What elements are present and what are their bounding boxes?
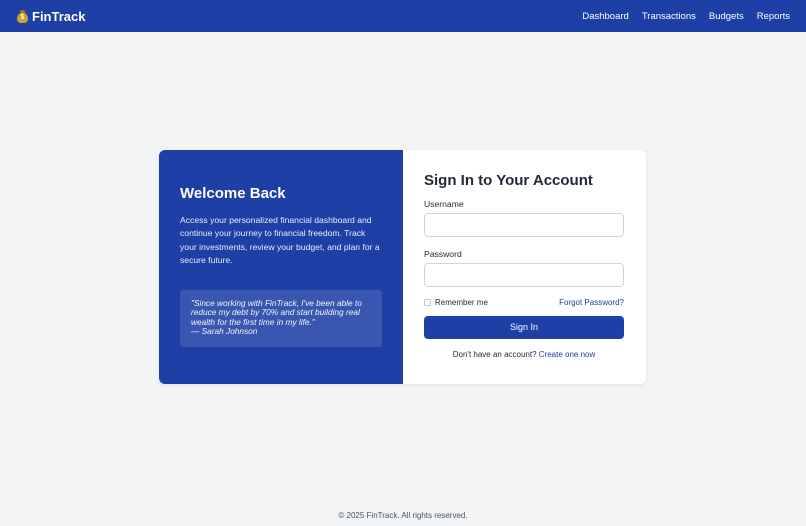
forgot-password-link[interactable]: Forgot Password? (559, 298, 624, 307)
nav-link-budgets[interactable]: Budgets (709, 11, 744, 22)
signup-prompt-text: Don't have an account? (452, 350, 537, 359)
nav-link-reports[interactable]: Reports (757, 11, 790, 22)
signin-form: Sign In to Your Account Username Passwor… (403, 150, 646, 384)
remember-me[interactable]: Remember me (424, 298, 488, 307)
top-navbar: $ FinTrack Dashboard Transactions Budget… (0, 0, 806, 32)
welcome-text: Access your personalized financial dashb… (180, 215, 380, 266)
welcome-panel: Welcome Back Access your personalized fi… (159, 150, 403, 384)
testimonial-quote: "Since working with FinTrack, I've been … (180, 289, 382, 347)
username-input[interactable] (424, 213, 624, 237)
page-footer: © 2025 FinTrack. All rights reserved. (0, 511, 806, 520)
nav-link-dashboard[interactable]: Dashboard (582, 11, 628, 22)
username-label: Username (424, 199, 464, 209)
money-bag-icon: $ (17, 9, 28, 23)
form-options-row: Remember me Forgot Password? (424, 298, 624, 307)
nav-link-transactions[interactable]: Transactions (642, 11, 696, 22)
sign-in-button[interactable]: Sign In (424, 316, 624, 339)
main-nav: Dashboard Transactions Budgets Reports (582, 11, 790, 22)
brand-name: FinTrack (32, 8, 86, 24)
create-account-link[interactable]: Create one now (539, 350, 595, 359)
signup-prompt: Don't have an account? Create one now (424, 350, 624, 359)
remember-me-checkbox[interactable] (424, 299, 431, 306)
quote-text: "Since working with FinTrack, I've been … (191, 297, 362, 327)
password-input[interactable] (424, 263, 624, 287)
footer-text: © 2025 FinTrack. All rights reserved. (338, 511, 468, 520)
password-label: Password (424, 249, 462, 259)
login-card: Welcome Back Access your personalized fi… (159, 150, 646, 384)
remember-me-label: Remember me (435, 298, 488, 307)
brand-logo[interactable]: $ FinTrack (17, 9, 85, 24)
quote-author: — Sarah Johnson (191, 326, 258, 337)
form-title: Sign In to Your Account (424, 172, 593, 189)
welcome-title: Welcome Back (180, 185, 286, 202)
